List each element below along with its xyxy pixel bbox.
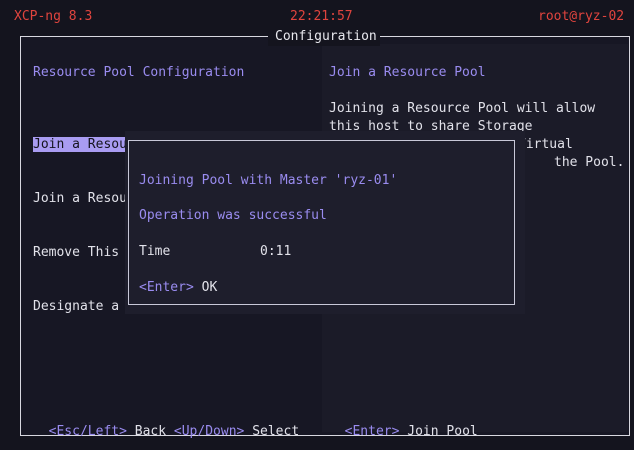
footer-left-hints: <Esc/Left> Back <Up/Down> Select (33, 405, 300, 441)
clock: 22:21:57 (290, 9, 353, 24)
description-line-1: Joining a Resource Pool will allow (329, 101, 596, 116)
updown-key-hint: <Up/Down> (173, 424, 245, 439)
dialog-time-value: 0:11 (260, 244, 292, 259)
select-label[interactable]: Select (252, 424, 299, 439)
dialog-title: Joining Pool with Master 'ryz-01' (139, 173, 398, 188)
back-label[interactable]: Back (135, 424, 166, 439)
footer-right-hint: <Enter> Join Pool (329, 405, 478, 441)
dialog-ok-button[interactable]: <Enter> OK (139, 279, 217, 297)
left-pane-heading: Resource Pool Configuration (33, 65, 245, 80)
dialog-time-label: Time (139, 244, 171, 259)
description-line-3: Virtual (518, 137, 573, 152)
frame-title: Configuration (275, 29, 377, 44)
user-host: root@ryz-02 (538, 9, 625, 24)
enter-key-hint: <Enter> (344, 424, 400, 439)
right-pane-heading: Join a Resource Pool (329, 65, 486, 80)
dialog-status: Operation was successful (139, 208, 327, 223)
app-version: XCP-ng 8.3 (14, 9, 93, 24)
enter-key-hint: <Enter> (139, 280, 194, 295)
esc-key-hint: <Esc/Left> (48, 424, 127, 439)
description-line-4: the Pool. (554, 155, 625, 170)
join-pool-label[interactable]: Join Pool (407, 424, 477, 439)
ok-label: OK (201, 280, 218, 295)
